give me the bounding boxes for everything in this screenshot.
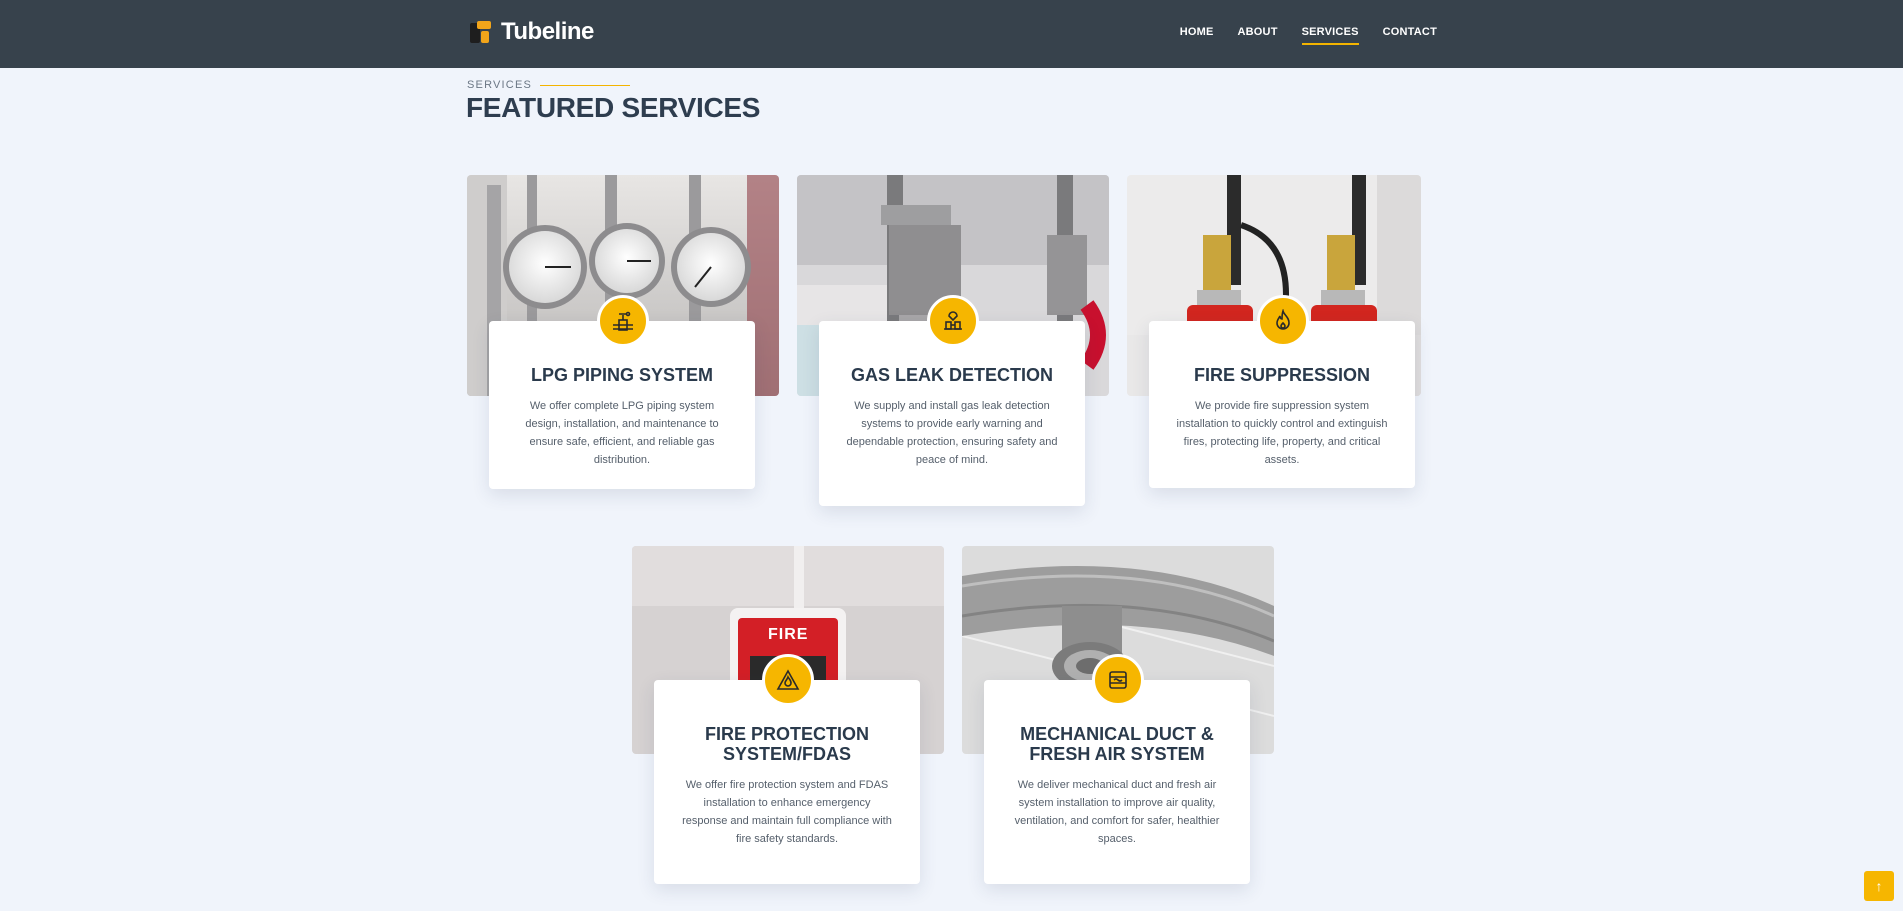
service-panel: FIRE PROTECTION SYSTEM/FDAS We offer fir… [654,680,920,884]
section-title: FEATURED SERVICES [466,92,761,123]
flame-icon [1257,295,1309,347]
eyebrow-divider [540,84,631,86]
main-nav: HOME ABOUT SERVICES CONTACT [1180,26,1437,45]
service-title: FIRE PROTECTION SYSTEM/FDAS [704,724,869,764]
service-description: We offer fire protection system and FDAS… [682,779,892,845]
fire-warning-icon [762,654,814,706]
service-title: FIRE SUPPRESSION [1193,365,1371,385]
service-description: We supply and install gas leak detection… [846,400,1058,466]
brand-logo[interactable]: Tubeline [469,18,594,46]
arrow-up-icon: ↑ [1875,878,1883,894]
brand-name: Tubeline [501,18,594,45]
brand-logo-icon [469,19,493,45]
top-navbar: Tubeline HOME ABOUT SERVICES CONTACT [0,0,1903,68]
scroll-to-top-button[interactable]: ↑ [1864,871,1894,901]
service-panel: MECHANICAL DUCT & FRESH AIR SYSTEM We de… [984,680,1250,884]
service-panel: GAS LEAK DETECTION We supply and install… [819,321,1085,506]
pipe-valve-icon [597,295,649,347]
fire-alarm-label: FIRE [768,626,809,643]
air-duct-icon [1092,654,1144,706]
nav-about[interactable]: ABOUT [1238,26,1278,44]
service-description: We provide fire suppression system insta… [1176,400,1388,466]
nav-home[interactable]: HOME [1180,26,1214,44]
section-eyebrow: SERVICES [467,79,631,91]
service-title: LPG PIPING SYSTEM [530,365,714,385]
service-title: GAS LEAK DETECTION [850,365,1053,385]
service-description: We deliver mechanical duct and fresh air… [1014,779,1220,845]
leak-detector-icon [927,295,979,347]
service-title: MECHANICAL DUCT & FRESH AIR SYSTEM [1020,724,1214,764]
service-description: We offer complete LPG piping system desi… [525,400,719,466]
section-eyebrow-text: SERVICES [467,79,533,91]
nav-contact[interactable]: CONTACT [1383,26,1437,44]
nav-services[interactable]: SERVICES [1301,26,1359,45]
